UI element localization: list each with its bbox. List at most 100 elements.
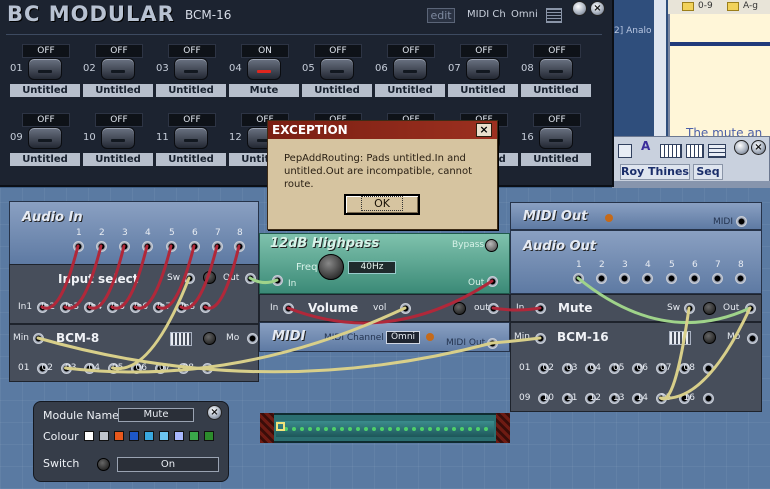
- jack-socket[interactable]: [200, 302, 211, 313]
- tab-roy-thines[interactable]: Roy Thines: [620, 164, 690, 180]
- jack-socket[interactable]: [747, 333, 758, 344]
- highpass-filter-module[interactable]: 12dB Highpass Bypass Freq 40Hz In Out: [259, 233, 510, 294]
- jack-socket[interactable]: [712, 273, 723, 284]
- channel-pad-button[interactable]: [320, 58, 354, 80]
- grid-icon[interactable]: [669, 331, 691, 345]
- jack-socket[interactable]: [745, 303, 756, 314]
- text-a-icon[interactable]: A: [641, 139, 650, 153]
- jack-socket[interactable]: [201, 363, 213, 374]
- mute-module[interactable]: In Mute Sw Out: [510, 294, 762, 322]
- jack-socket[interactable]: [642, 273, 653, 284]
- jack-socket[interactable]: [535, 303, 546, 314]
- edit-button[interactable]: edit: [427, 8, 455, 23]
- switch-knob[interactable]: [703, 302, 716, 315]
- jack-socket[interactable]: [189, 241, 200, 252]
- jack-socket[interactable]: [487, 276, 498, 287]
- save-icon[interactable]: [618, 144, 632, 158]
- jack-socket[interactable]: [245, 273, 256, 284]
- jack-socket[interactable]: [619, 273, 630, 284]
- jack-socket[interactable]: [702, 393, 714, 404]
- channel-pad-button[interactable]: [101, 58, 135, 80]
- channel-pad-button[interactable]: [466, 58, 500, 80]
- channel-pad-button[interactable]: [393, 58, 427, 80]
- switch-knob[interactable]: [203, 332, 216, 345]
- colour-swatch[interactable]: [84, 431, 94, 441]
- input-select-module[interactable]: Input select Sw Out: [9, 264, 259, 324]
- channel-pad-button[interactable]: [539, 127, 573, 149]
- switch-knob[interactable]: [97, 458, 110, 471]
- jack-socket[interactable]: [166, 241, 177, 252]
- channel-pad-button[interactable]: [247, 58, 281, 80]
- volume-module[interactable]: In Volume vol out: [259, 294, 510, 322]
- jack-socket[interactable]: [487, 338, 498, 349]
- switch-knob[interactable]: [203, 271, 216, 284]
- switch-knob[interactable]: [453, 302, 466, 315]
- model-name: BCM-16: [185, 8, 232, 22]
- switch-value[interactable]: On: [117, 457, 219, 472]
- jack-socket[interactable]: [73, 241, 84, 252]
- jack-socket[interactable]: [119, 241, 130, 252]
- jack-socket[interactable]: [735, 273, 746, 284]
- bypass-knob[interactable]: [485, 239, 498, 252]
- jack-socket[interactable]: [666, 273, 677, 284]
- jack-socket[interactable]: [596, 273, 607, 284]
- channel-number: 11: [156, 132, 169, 143]
- menu-icon[interactable]: [546, 8, 562, 23]
- jack-socket[interactable]: [702, 363, 714, 374]
- colour-swatch[interactable]: [204, 431, 214, 441]
- jack-socket[interactable]: [272, 275, 283, 286]
- audio-out-module[interactable]: Audio Out: [510, 230, 762, 294]
- close-icon[interactable]: ×: [751, 140, 766, 155]
- colour-swatch[interactable]: [129, 431, 139, 441]
- grid-icon[interactable]: [170, 332, 192, 346]
- jack-socket[interactable]: [736, 216, 747, 227]
- channel-pad-button[interactable]: [539, 58, 573, 80]
- channel-name: Untitled: [302, 84, 372, 97]
- jack-socket[interactable]: [283, 303, 294, 314]
- midi-channel-value[interactable]: Omni: [511, 9, 538, 20]
- jack-socket[interactable]: [689, 273, 700, 284]
- grid-icon[interactable]: [708, 144, 726, 158]
- channel-pad-button[interactable]: [28, 58, 62, 80]
- jack-socket[interactable]: [33, 333, 44, 344]
- close-icon[interactable]: ×: [590, 1, 605, 16]
- jack-socket[interactable]: [247, 333, 258, 344]
- module-name-input[interactable]: Mute: [118, 408, 194, 422]
- jack-socket[interactable]: [573, 273, 584, 284]
- jack-socket[interactable]: [400, 303, 411, 314]
- activity-led: [605, 214, 613, 222]
- audio-in-module[interactable]: Audio In: [9, 201, 259, 265]
- channel-pad-button[interactable]: [101, 127, 135, 149]
- keyboard-icon[interactable]: [660, 144, 682, 158]
- colour-swatch[interactable]: [144, 431, 154, 441]
- minimize-icon[interactable]: [572, 1, 587, 16]
- keyboard-icon[interactable]: [686, 144, 704, 158]
- minimize-icon[interactable]: [734, 140, 749, 155]
- jack-socket[interactable]: [488, 303, 499, 314]
- channel-pad-button[interactable]: [28, 127, 62, 149]
- channel-pad-button[interactable]: [174, 58, 208, 80]
- colour-swatch[interactable]: [159, 431, 169, 441]
- dialog-close-button[interactable]: ×: [476, 123, 492, 137]
- jack-socket[interactable]: [684, 303, 695, 314]
- jack-socket[interactable]: [96, 241, 107, 252]
- tab-seq[interactable]: Seq: [693, 164, 723, 180]
- ok-button[interactable]: OK: [344, 194, 420, 215]
- jack-socket[interactable]: [184, 273, 195, 284]
- midi-channel-select[interactable]: Omni: [386, 331, 420, 344]
- midi-out-module[interactable]: MIDI Out MIDI: [510, 202, 762, 230]
- out-label: out: [474, 303, 489, 313]
- jack-socket[interactable]: [234, 241, 245, 252]
- colour-swatch[interactable]: [99, 431, 109, 441]
- colour-swatch[interactable]: [189, 431, 199, 441]
- colour-swatch[interactable]: [174, 431, 184, 441]
- switch-knob[interactable]: [703, 331, 716, 344]
- colour-swatch[interactable]: [114, 431, 124, 441]
- jack-socket[interactable]: [535, 333, 546, 344]
- midi-module[interactable]: MIDI MIDI Channel Omni MIDI Out: [259, 322, 510, 352]
- jack-socket[interactable]: [142, 241, 153, 252]
- jack-socket[interactable]: [212, 241, 223, 252]
- close-icon[interactable]: ×: [207, 405, 222, 420]
- channel-pad-button[interactable]: [174, 127, 208, 149]
- freq-knob[interactable]: [318, 254, 344, 280]
